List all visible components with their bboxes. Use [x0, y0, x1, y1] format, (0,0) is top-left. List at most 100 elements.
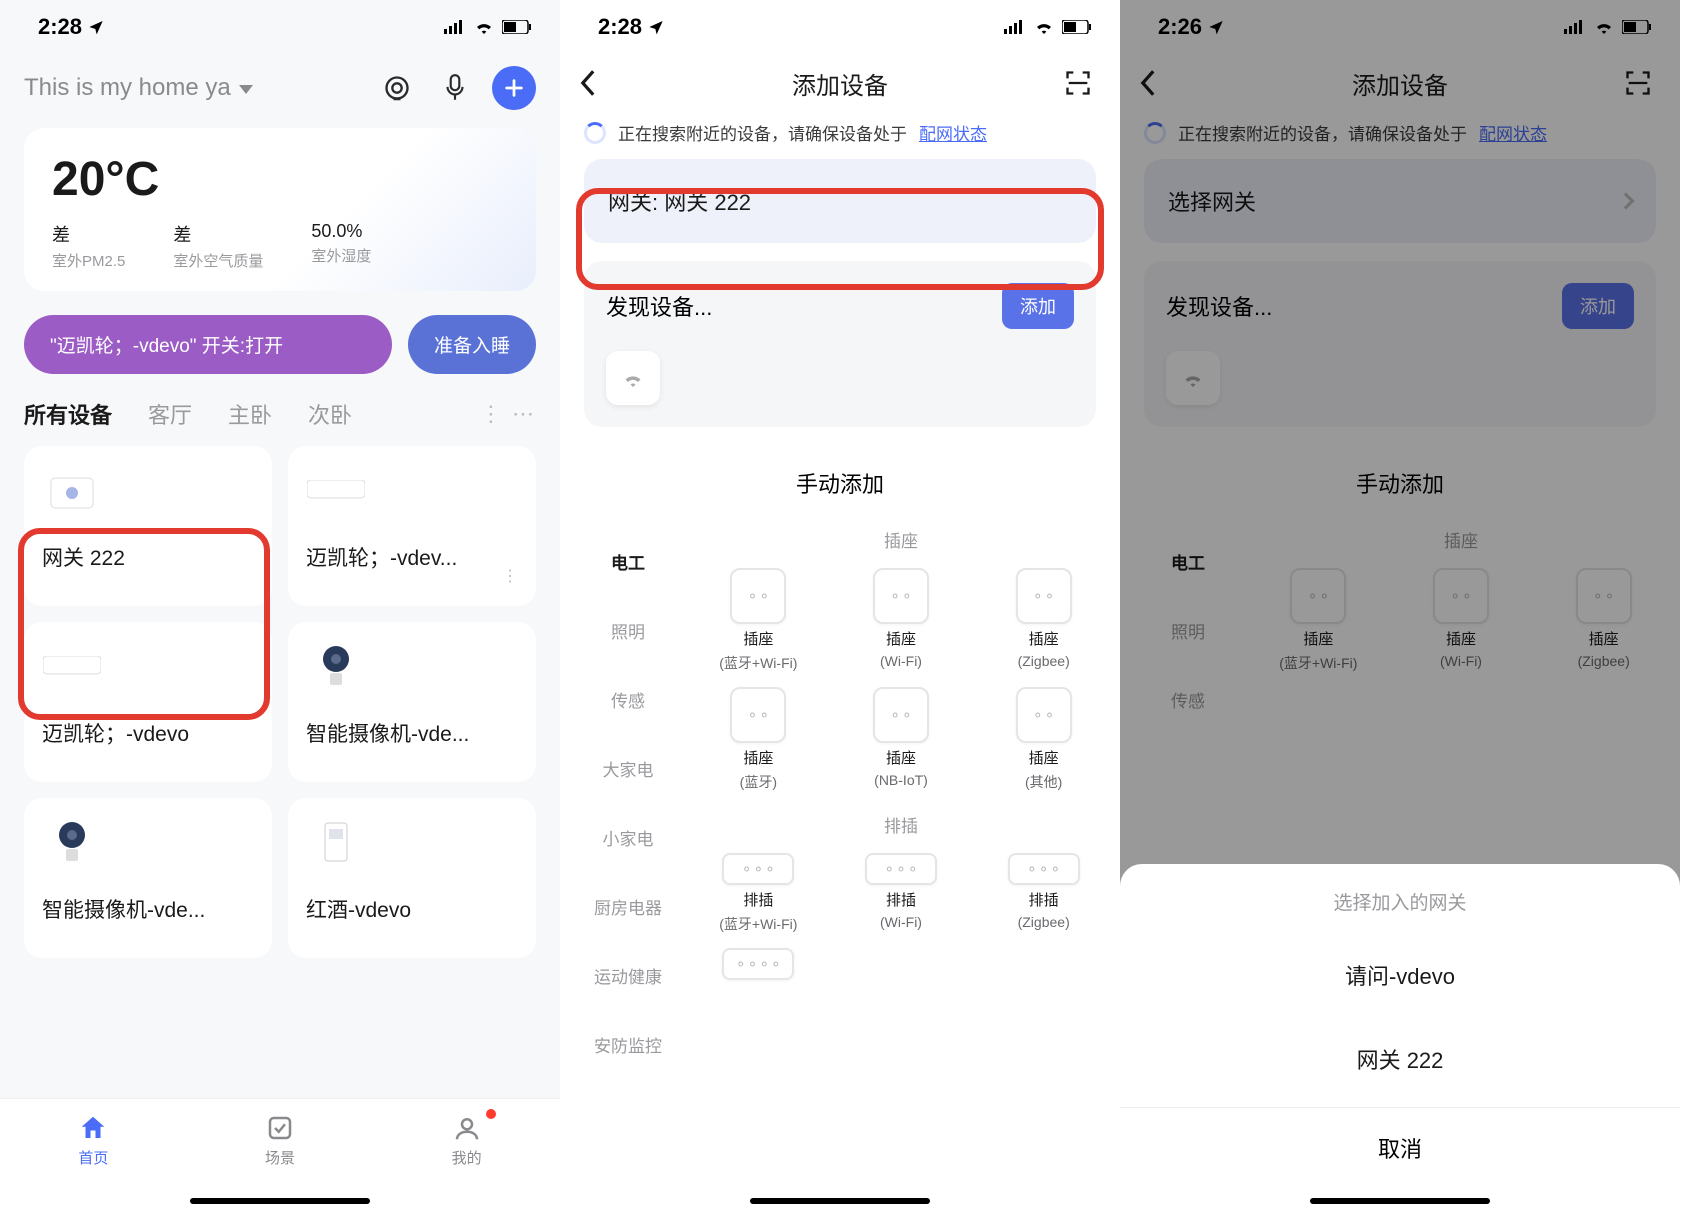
chevron-right-icon [1618, 193, 1635, 210]
cat-sensor[interactable]: 传感 [574, 665, 682, 734]
status-time: 2:26 [1158, 14, 1202, 40]
socket-icon: ⚬⚬ [730, 568, 786, 624]
add-found-button: 添加 [1562, 283, 1634, 329]
tip-text: 正在搜索附近的设备，请确保设备处于 [1178, 120, 1467, 145]
found-device-wifi [1166, 351, 1220, 405]
sheet-option-1[interactable]: 请问-vdevo [1120, 933, 1680, 1017]
tab-master[interactable]: 主卧 [228, 398, 272, 430]
camera-device-icon [42, 818, 102, 868]
tab-mine[interactable]: 我的 [373, 1099, 560, 1214]
add-button[interactable] [492, 66, 536, 110]
camera-icon[interactable] [376, 67, 418, 109]
socket-icon: ⚬⚬ [1016, 568, 1072, 624]
profile-icon [452, 1113, 482, 1143]
location-icon [648, 19, 664, 35]
battery-icon [502, 20, 532, 34]
socket-other[interactable]: ⚬⚬插座(其他) [975, 687, 1112, 792]
device-wine[interactable]: 红酒-vdevo [288, 798, 536, 958]
home-indicator [750, 1198, 930, 1204]
socket-icon: ⚬⚬ [1433, 568, 1489, 624]
tab-all-devices[interactable]: 所有设备 [24, 398, 112, 430]
temperature: 20°C [52, 152, 508, 207]
sheet-option-2[interactable]: 网关 222 [1120, 1017, 1680, 1101]
device-gateway222[interactable]: 网关 222 [24, 446, 272, 606]
add-found-button[interactable]: 添加 [1002, 283, 1074, 329]
device-mclaren-2[interactable]: 迈凯轮；-vdevo [24, 622, 272, 782]
pairing-link: 配网状态 [1479, 120, 1547, 145]
home-indicator [1310, 1198, 1490, 1204]
socket-icon: ⚬⚬ [1290, 568, 1346, 624]
cat-sensor: 传感 [1134, 665, 1242, 734]
page-title: 添加设备 [1176, 66, 1624, 101]
cat-health[interactable]: 运动健康 [574, 941, 682, 1010]
weather-card[interactable]: 20°C 差 室外PM2.5 差 室外空气质量 50.0% 室外湿度 [24, 128, 536, 291]
socket-zigbee[interactable]: ⚬⚬插座(Zigbee) [975, 568, 1112, 673]
strip-bt-wifi[interactable]: ⚬⚬⚬排插(蓝牙+Wi-Fi) [690, 853, 827, 934]
socket-nbiot[interactable]: ⚬⚬插座(NB-IoT) [833, 687, 970, 792]
home-icon [78, 1113, 108, 1143]
status-bar: 2:28 [0, 0, 560, 54]
device-grid: 网关 222 迈凯轮；-vdev... ⋮ 迈凯轮；-vdevo 智能摄像机-v… [0, 446, 560, 958]
mic-icon[interactable] [434, 67, 476, 109]
back-button[interactable] [580, 70, 616, 96]
found-title: 发现设备... [606, 290, 712, 322]
scan-button[interactable] [1064, 69, 1100, 97]
socket-icon: ⚬⚬ [873, 687, 929, 743]
room-tabs: 所有设备 客厅 主卧 次卧 ⋮ ⋯ [0, 392, 560, 446]
scene-sleep-pill[interactable]: 准备入睡 [408, 315, 536, 374]
spinner-icon [1144, 122, 1166, 144]
device-mclaren-1[interactable]: 迈凯轮；-vdev... ⋮ [288, 446, 536, 606]
nav-bar: 添加设备 [560, 54, 1120, 112]
socket-zigbee: ⚬⚬插座(Zigbee) [1535, 568, 1672, 673]
home-dropdown[interactable]: This is my home ya [24, 74, 253, 102]
battery-icon [1062, 20, 1092, 34]
manual-body: 电工 照明 传感 大家电 小家电 厨房电器 运动健康 安防监控 插座 ⚬⚬插座(… [560, 527, 1120, 1079]
scene-switch-pill[interactable]: "迈凯轮；-vdevo" 开关:打开 [24, 315, 392, 374]
product-area: 插座 ⚬⚬插座(蓝牙+Wi-Fi) ⚬⚬插座(Wi-Fi) ⚬⚬插座(Zigbe… [1242, 527, 1680, 734]
cat-small-app[interactable]: 小家电 [574, 803, 682, 872]
wifi-icon [1594, 20, 1614, 34]
tab-living[interactable]: 客厅 [148, 398, 192, 430]
cat-kitchen[interactable]: 厨房电器 [574, 872, 682, 941]
signal-icon [1004, 20, 1026, 34]
signal-icon [1564, 20, 1586, 34]
found-devices-card: 发现设备... 添加 [1144, 261, 1656, 427]
device-camera-2[interactable]: 智能摄像机-vde... [24, 798, 272, 958]
strip-zigbee[interactable]: ⚬⚬⚬排插(Zigbee) [975, 853, 1112, 934]
manual-body: 电工 照明 传感 插座 ⚬⚬插座(蓝牙+Wi-Fi) ⚬⚬插座(Wi-Fi) ⚬… [1120, 527, 1680, 734]
home-indicator [190, 1198, 370, 1204]
socket-icon: ⚬⚬ [873, 568, 929, 624]
socket-bt-wifi: ⚬⚬插座(蓝牙+Wi-Fi) [1250, 568, 1387, 673]
cat-security[interactable]: 安防监控 [574, 1010, 682, 1079]
socket-icon: ⚬⚬ [730, 687, 786, 743]
menu-icon[interactable]: ⋮ [502, 566, 518, 586]
spinner-icon [584, 122, 606, 144]
strip-icon: ⚬⚬⚬ [1008, 853, 1080, 885]
sheet-cancel[interactable]: 取消 [1120, 1107, 1680, 1164]
pairing-link[interactable]: 配网状态 [919, 120, 987, 145]
cat-large-app[interactable]: 大家电 [574, 734, 682, 803]
device-camera-1[interactable]: 智能摄像机-vde... [288, 622, 536, 782]
strip-extra[interactable]: ⚬⚬⚬⚬ [690, 948, 827, 980]
found-title: 发现设备... [1166, 290, 1272, 322]
tab-home[interactable]: 首页 [0, 1099, 187, 1214]
socket-bt-wifi[interactable]: ⚬⚬插座(蓝牙+Wi-Fi) [690, 568, 827, 673]
gateway-card[interactable]: 网关: 网关 222 [584, 159, 1096, 243]
strip-wifi[interactable]: ⚬⚬⚬排插(Wi-Fi) [833, 853, 970, 934]
found-device-wifi[interactable] [606, 351, 660, 405]
status-right [1004, 20, 1092, 34]
search-tip: 正在搜索附近的设备，请确保设备处于配网状态 [560, 112, 1120, 159]
notification-dot [486, 1109, 496, 1119]
signal-icon [444, 20, 466, 34]
weather-pm25: 差 室外PM2.5 [52, 221, 125, 271]
socket-wifi[interactable]: ⚬⚬插座(Wi-Fi) [833, 568, 970, 673]
cat-electrical[interactable]: 电工 [574, 527, 682, 596]
phone-home: 2:28 This is my home ya 20°C 差 室 [0, 0, 560, 1214]
cat-lighting[interactable]: 照明 [574, 596, 682, 665]
socket-bt[interactable]: ⚬⚬插座(蓝牙) [690, 687, 827, 792]
home-header: This is my home ya [0, 54, 560, 128]
wifi-icon [474, 20, 494, 34]
tab-scene[interactable]: 场景 [187, 1099, 374, 1214]
tab-more-icon[interactable]: ⋮ ⋯ [480, 401, 536, 427]
tab-second[interactable]: 次卧 [308, 398, 352, 430]
